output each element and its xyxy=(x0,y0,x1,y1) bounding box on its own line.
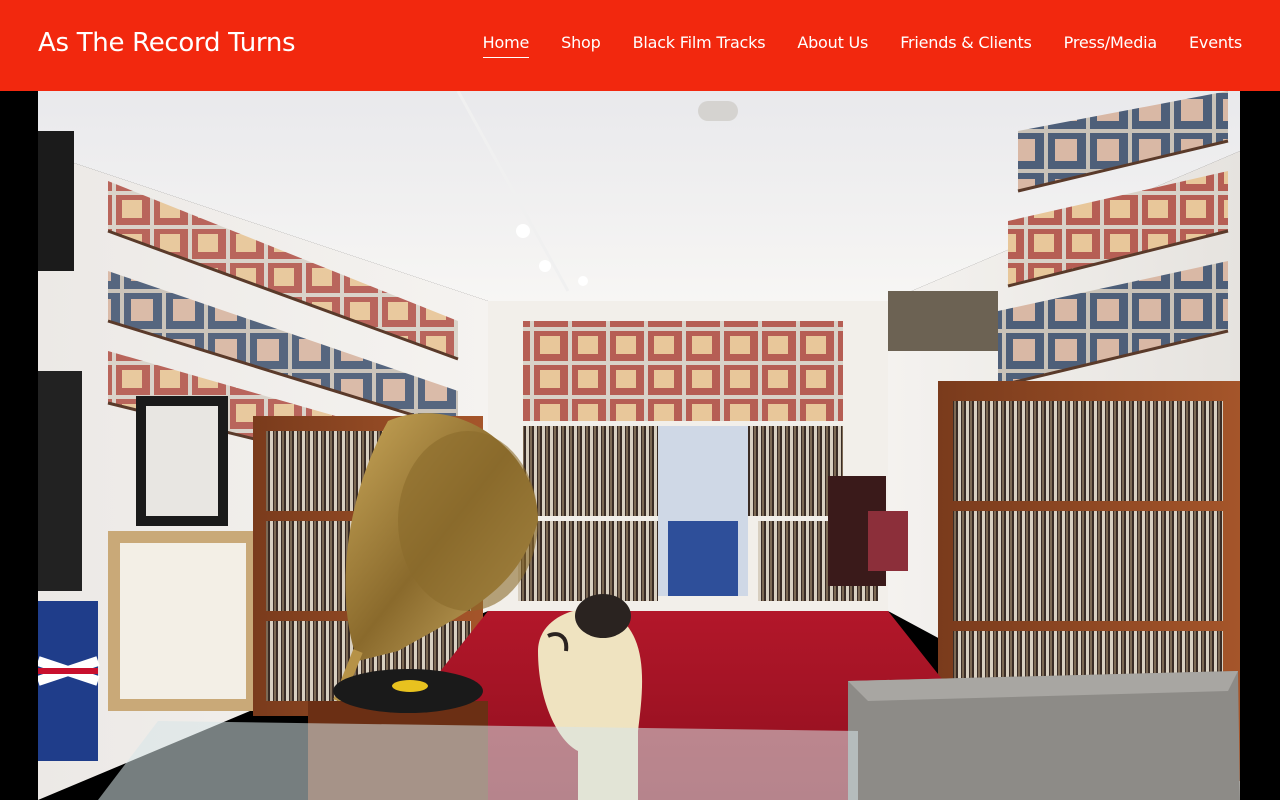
hero-photo-record-store xyxy=(38,91,1240,800)
nav-item-black-film-tracks[interactable]: Black Film Tracks xyxy=(633,33,766,58)
site-title-link[interactable]: As The Record Turns xyxy=(38,28,296,58)
hero-section xyxy=(0,91,1280,800)
site-header: As The Record Turns Home Shop Black Film… xyxy=(0,0,1280,91)
nav-item-about-us[interactable]: About Us xyxy=(797,33,868,58)
nav-item-press-media[interactable]: Press/Media xyxy=(1064,33,1158,58)
main-nav: Home Shop Black Film Tracks About Us Fri… xyxy=(482,33,1242,58)
nav-item-shop[interactable]: Shop xyxy=(561,33,601,58)
nav-item-events[interactable]: Events xyxy=(1189,33,1242,58)
nav-item-home[interactable]: Home xyxy=(482,33,529,58)
nav-item-friends-clients[interactable]: Friends & Clients xyxy=(900,33,1032,58)
